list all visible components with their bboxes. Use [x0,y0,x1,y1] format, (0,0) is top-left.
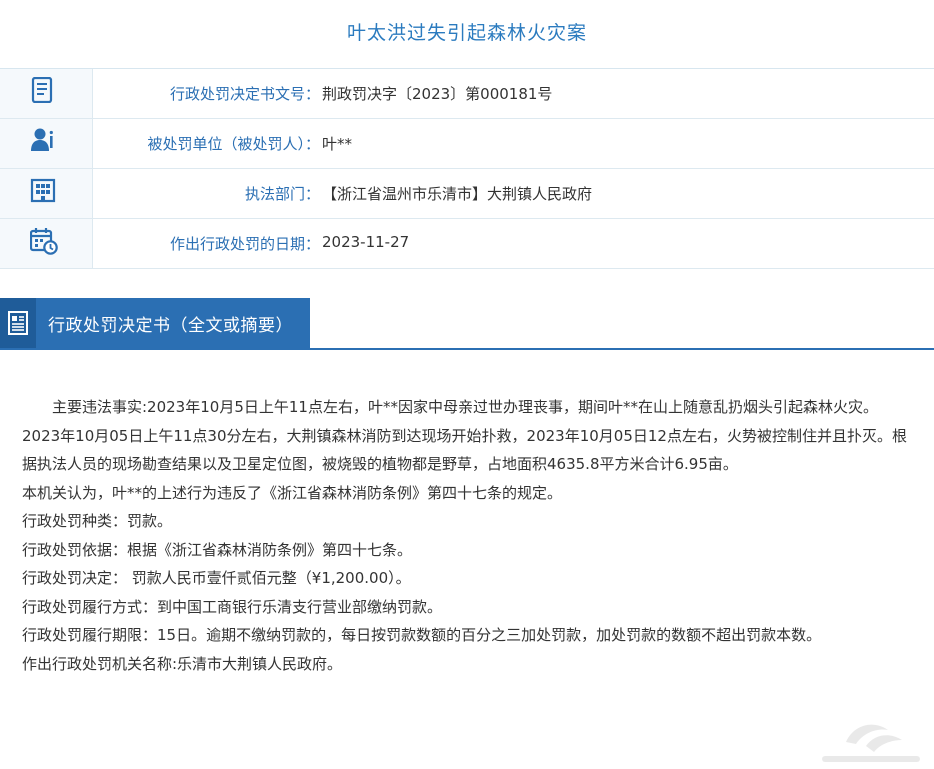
info-label: 行政处罚决定书文号： [169,85,320,103]
content-paragraph: 行政处罚履行方式：到中国工商银行乐清支行营业部缴纳罚款。 [22,597,443,616]
watermark-logo [822,724,920,762]
document-list-icon [0,298,36,348]
info-row-penalized-party: 被处罚单位（被处罚人）： 叶** [0,119,934,169]
info-label: 被处罚单位（被处罚人）： [147,135,320,153]
content-paragraph: 行政处罚决定： 罚款人民币壹仟贰佰元整（¥1,200.00）。 [22,569,411,587]
decision-section-header: 行政处罚决定书（全文或摘要） [0,298,934,350]
info-icon-cell [0,219,93,268]
info-label: 执法部门： [244,185,320,203]
info-row-decision-number: 行政处罚决定书文号： 荆政罚决字〔2023〕第000181号 [0,69,934,119]
content-paragraph: 行政处罚依据：根据《浙江省森林消防条例》第四十七条。 [22,540,413,559]
info-icon-cell [0,169,93,218]
document-icon [31,77,53,103]
content-paragraph: 主要违法事实:2023年10月5日上午11点左右，叶**因家中母亲过世办理丧事，… [52,398,878,416]
decision-content: 主要违法事实:2023年10月5日上午11点左右，叶**因家中母亲过世办理丧事，… [22,393,910,678]
calendar-clock-icon [30,228,58,255]
content-paragraph: 本机关认为，叶**的上述行为违反了《浙江省森林消防条例》第四十七条的规定。 [22,483,563,502]
content-paragraph: 行政处罚履行期限：15日。逾期不缴纳罚款的，每日按罚款数额的百分之三加处罚款，加… [22,626,822,644]
decision-section-title: 行政处罚决定书（全文或摘要） [48,315,293,336]
info-row-decision-date: 作出行政处罚的日期： 2023-11-27 [0,219,934,269]
info-icon-cell [0,69,93,118]
info-value: 2023-11-27 [322,233,410,251]
info-value: 叶** [322,135,353,153]
info-label: 作出行政处罚的日期： [169,235,320,253]
content-paragraph: 作出行政处罚机关名称:乐清市大荆镇人民政府。 [22,654,343,673]
page-header: 叶太洪过失引起森林火灾案 [0,0,934,69]
info-table: 行政处罚决定书文号： 荆政罚决字〔2023〕第000181号 被处罚单位（被处罚… [0,69,934,269]
info-value: 【浙江省温州市乐清市】大荆镇人民政府 [322,185,593,203]
building-icon [30,178,56,203]
info-icon-cell [0,119,93,168]
info-value: 荆政罚决字〔2023〕第000181号 [322,85,553,103]
info-row-enforcement-dept: 执法部门： 【浙江省温州市乐清市】大荆镇人民政府 [0,169,934,219]
content-paragraph: 2023年10月05日上午11点30分左右，大荆镇森林消防到达现场开始扑救，20… [22,426,907,474]
content-paragraph: 行政处罚种类：罚款。 [22,512,173,530]
decision-section-tab: 行政处罚决定书（全文或摘要） [0,298,310,348]
person-icon [31,128,53,151]
page-title: 叶太洪过失引起森林火灾案 [346,21,587,44]
